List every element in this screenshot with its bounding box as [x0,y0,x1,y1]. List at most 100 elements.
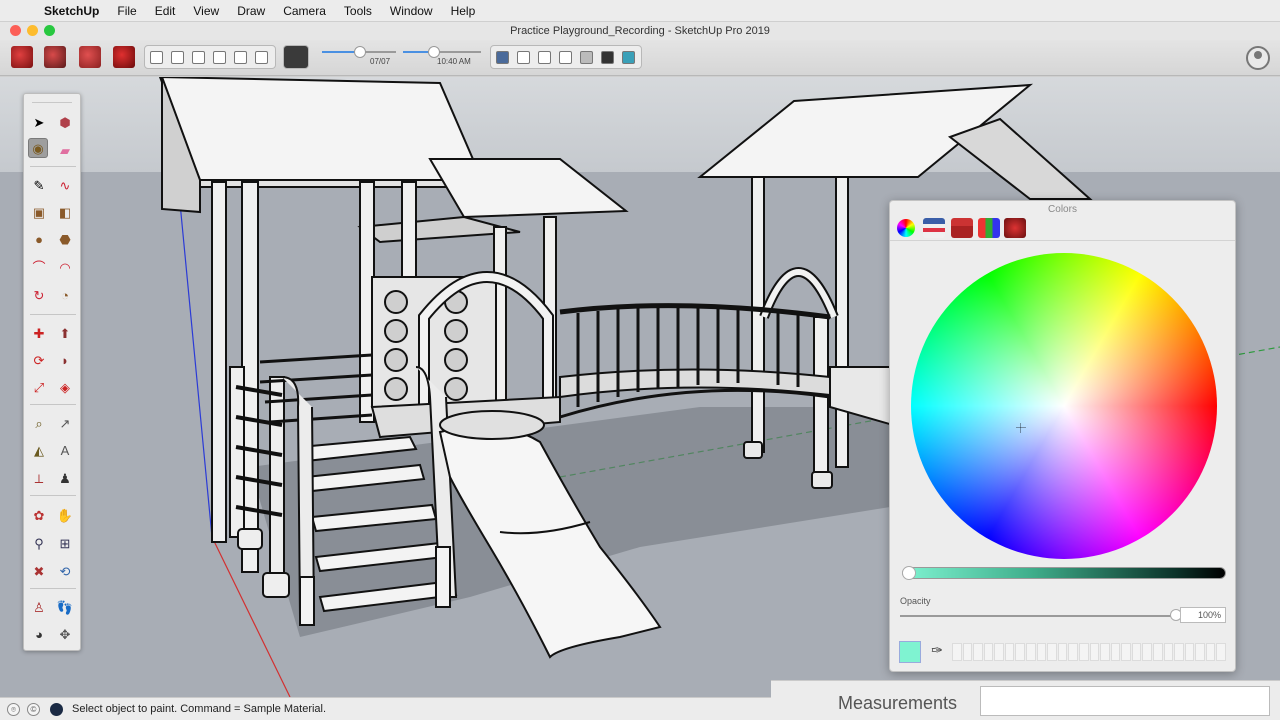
menu-camera[interactable]: Camera [283,4,326,18]
saved-swatch-slot[interactable] [1121,643,1131,661]
previous-view-tool-icon[interactable]: ⟲ [55,561,75,581]
three-point-arc-tool-icon[interactable]: ↻ [29,285,49,305]
color-sliders-tab-icon[interactable] [923,218,945,238]
polygon-tool-icon[interactable]: ⬣ [55,229,75,249]
share-model-icon[interactable] [44,46,66,68]
pan-tool-icon[interactable]: ✋ [55,505,75,525]
left-view-icon[interactable] [255,51,268,64]
saved-swatch-slot[interactable] [973,643,983,661]
line-tool-icon[interactable]: ✎ [29,175,49,195]
select-tool-icon[interactable]: ➤ [29,112,49,132]
saved-swatch-slot[interactable] [1068,643,1078,661]
saved-swatch-slot[interactable] [1216,643,1226,661]
saved-swatch-slot[interactable] [1142,643,1152,661]
saved-swatch-slot[interactable] [1004,643,1015,661]
saved-swatch-slot[interactable] [1195,643,1205,661]
saved-swatch-slot[interactable] [1131,643,1142,661]
xray-style-icon[interactable] [496,51,509,64]
saved-swatch-slot[interactable] [983,643,994,661]
text-tool-icon[interactable]: A [55,440,75,460]
wireframe-style-icon[interactable] [538,51,551,64]
app-menu[interactable]: SketchUp [44,4,99,18]
axes-tool-icon[interactable]: ⟂ [29,468,49,488]
paint-bucket-tool-icon[interactable]: ◉ [28,138,48,158]
shaded-textures-style-icon[interactable] [601,51,614,64]
rotated-rectangle-tool-icon[interactable]: ◧ [55,202,75,222]
two-point-arc-tool-icon[interactable]: ◠ [55,257,75,277]
user-account-icon[interactable] [1246,46,1270,70]
front-view-icon[interactable] [192,51,205,64]
zoom-tool-icon[interactable]: ⚲ [29,533,49,553]
saved-swatch-slot[interactable] [1163,643,1174,661]
image-palettes-tab-icon[interactable] [978,218,1000,238]
menu-edit[interactable]: Edit [155,4,176,18]
protractor-tool-icon[interactable]: ◭ [29,440,49,460]
offset-tool-icon[interactable]: ◈ [55,377,75,397]
saved-swatches-grid[interactable] [952,643,1226,661]
right-view-icon[interactable] [213,51,226,64]
freehand-tool-icon[interactable]: ∿ [55,175,75,195]
arc-tool-icon[interactable]: ⌒ [29,257,49,277]
3d-text-tool-icon[interactable]: ♟ [55,468,75,488]
scale-tool-icon[interactable]: ⤢ [29,377,49,397]
saved-swatch-slot[interactable] [1184,643,1195,661]
push-pull-tool-icon[interactable]: ⬆ [55,323,75,343]
menu-window[interactable]: Window [390,4,433,18]
menu-draw[interactable]: Draw [237,4,265,18]
saved-swatch-slot[interactable] [994,643,1004,661]
current-color-swatch[interactable] [899,641,921,663]
menu-file[interactable]: File [117,4,136,18]
color-wheel[interactable] [911,253,1217,559]
circle-tool-icon[interactable]: ● [29,229,49,249]
orbit-tool-icon[interactable]: ✿ [29,505,49,525]
saved-swatch-slot[interactable] [962,643,973,661]
palette-grip[interactable] [32,97,72,103]
saved-swatch-slot[interactable] [1026,643,1036,661]
pie-tool-icon[interactable]: ◔ [55,285,75,305]
follow-me-tool-icon[interactable]: ◗ [55,350,75,370]
credits-icon[interactable]: © [27,703,40,716]
shadow-date-knob[interactable] [354,46,366,58]
menu-view[interactable]: View [193,4,219,18]
brightness-slider[interactable] [902,566,1226,580]
rectangle-tool-icon[interactable]: ▣ [29,202,49,222]
dimension-tool-icon[interactable]: ↗ [55,413,75,433]
make-component-tool-icon[interactable]: ⬢ [55,112,75,132]
color-wheel-crosshair[interactable] [1016,423,1026,433]
saved-swatch-slot[interactable] [1036,643,1047,661]
look-around-tool-icon[interactable]: ◕ [29,624,49,644]
back-edges-style-icon[interactable] [517,51,530,64]
measurements-input[interactable] [980,686,1270,716]
brightness-slider-knob[interactable] [902,566,916,580]
hidden-line-style-icon[interactable] [559,51,572,64]
saved-swatch-slot[interactable] [952,643,962,661]
saved-swatch-slot[interactable] [1089,643,1100,661]
tape-measure-tool-icon[interactable]: ⌕ [29,413,49,433]
geo-location-icon[interactable]: ⌾ [7,703,20,716]
eraser-tool-icon[interactable]: ▰ [55,140,75,160]
extension-warehouse-icon[interactable] [79,46,101,68]
monochrome-style-icon[interactable] [622,51,635,64]
iso-view-icon[interactable] [150,51,163,64]
move-tool-icon[interactable]: ✚ [29,323,49,343]
saved-swatch-slot[interactable] [1205,643,1216,661]
saved-swatch-slot[interactable] [1174,643,1184,661]
eyedropper-icon[interactable]: ✑ [928,642,946,660]
section-plane-tool-icon[interactable]: ✥ [55,624,75,644]
zoom-window-tool-icon[interactable]: ⊞ [55,533,75,553]
color-wheel-tab-icon[interactable] [897,219,915,237]
color-palettes-tab-icon[interactable] [951,218,973,238]
materials-tab-icon[interactable] [1004,218,1026,238]
saved-swatch-slot[interactable] [1100,643,1110,661]
get-models-icon[interactable] [11,46,33,68]
walk-tool-icon[interactable]: 👣 [55,597,75,617]
menu-help[interactable]: Help [451,4,476,18]
saved-swatch-slot[interactable] [1152,643,1163,661]
opacity-value-field[interactable]: 100% [1180,607,1226,623]
back-view-icon[interactable] [234,51,247,64]
extension-manager-icon[interactable] [113,46,135,68]
instructor-icon[interactable] [50,703,63,716]
shaded-style-icon[interactable] [580,51,593,64]
saved-swatch-slot[interactable] [1047,643,1057,661]
top-view-icon[interactable] [171,51,184,64]
